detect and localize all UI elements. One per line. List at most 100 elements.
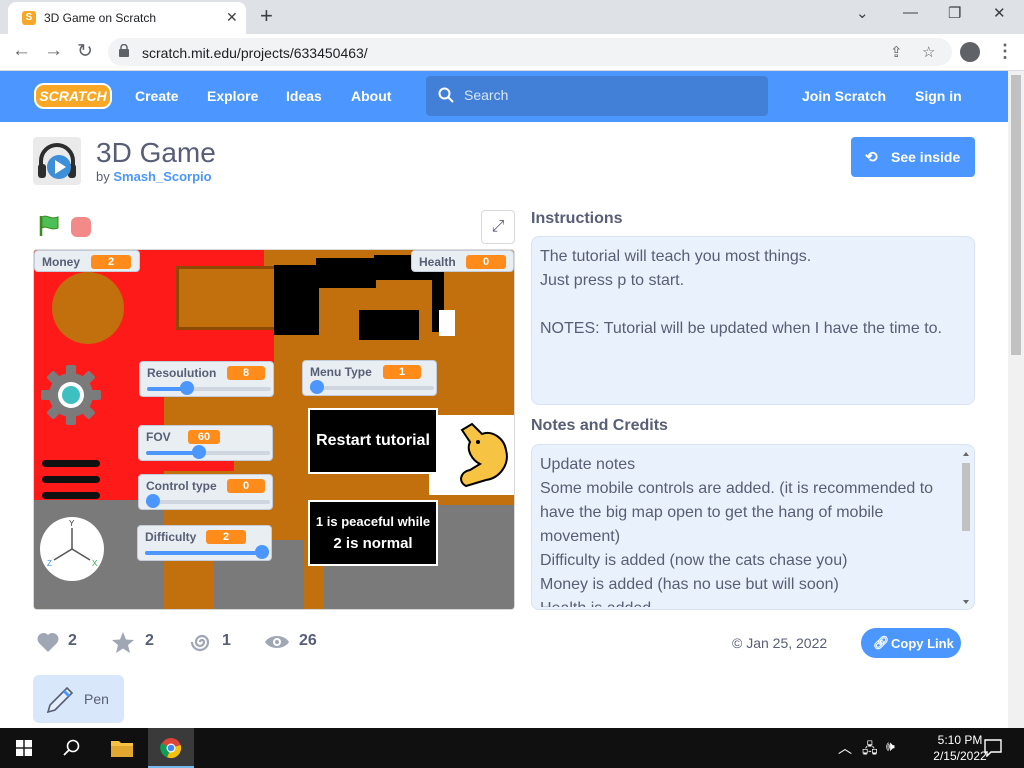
minimize-icon[interactable]: — [903, 4, 918, 21]
difficulty-slider[interactable] [145, 545, 269, 559]
remix-spiral-icon [190, 634, 210, 652]
resolution-slider-monitor: Resoulution 8 [139, 361, 274, 397]
forward-icon[interactable]: → [44, 40, 63, 62]
difficulty-info-line-1: 1 is peaceful while [315, 514, 431, 529]
close-tab-icon[interactable]: ✕ [226, 9, 238, 26]
difficulty-info-line-2: 2 is normal [333, 535, 413, 552]
sign-in-link[interactable]: Sign in [915, 88, 962, 104]
bookmark-star-icon[interactable]: ☆ [922, 43, 935, 61]
pen-extension-tag[interactable]: Pen [33, 675, 124, 723]
notification-center-icon[interactable] [984, 739, 1002, 757]
maximize-icon[interactable]: ❐ [948, 4, 961, 22]
settings-gear-icon[interactable] [39, 363, 103, 427]
copy-link-button[interactable]: 🔗︎ Copy Link [861, 628, 961, 658]
shared-date: © Jan 25, 2022 [732, 635, 828, 651]
svg-text:X: X [92, 559, 98, 568]
money-label: Money [42, 255, 81, 269]
url-text: scratch.mit.edu/projects/633450463/ [142, 45, 368, 61]
control-type-slider[interactable] [146, 494, 270, 508]
menu-type-label: Menu Type [310, 365, 372, 379]
black-shape-5 [359, 310, 419, 340]
see-inside-button[interactable]: ⟲ See inside [851, 137, 975, 177]
author-link[interactable]: Smash_Scorpio [113, 169, 211, 184]
notes-scrollbar[interactable] [960, 449, 972, 607]
close-window-icon[interactable]: ✕ [993, 4, 1006, 22]
search-input[interactable] [464, 87, 754, 103]
search-box [426, 76, 768, 116]
difficulty-slider-knob[interactable] [255, 545, 269, 559]
favorite-count: 2 [145, 632, 154, 649]
control-type-slider-monitor: Control type 0 [138, 474, 273, 510]
join-scratch-link[interactable]: Join Scratch [802, 88, 886, 104]
favorite-star-icon[interactable] [111, 631, 135, 654]
chrome-menu-icon[interactable]: ⋮ [996, 41, 1014, 62]
nav-create[interactable]: Create [135, 88, 179, 104]
black-shape-2 [316, 258, 376, 288]
money-value: 2 [91, 255, 131, 269]
menu-type-slider-monitor: Menu Type 1 [302, 360, 437, 396]
page-scroll-thumb[interactable] [1011, 75, 1021, 355]
windows-start-icon[interactable] [16, 740, 32, 756]
tab-title: 3D Game on Scratch [44, 11, 157, 25]
menu-type-value: 1 [383, 365, 421, 379]
file-explorer-icon[interactable] [110, 738, 134, 758]
health-label: Health [419, 255, 456, 269]
svg-text:Z: Z [47, 559, 52, 568]
resolution-slider-knob[interactable] [180, 381, 194, 395]
network-icon[interactable]: 🖧︎ [862, 738, 878, 762]
project-stage[interactable]: Y Z X Money 2 Health 0 Resoulution 8 Men… [33, 249, 515, 610]
browser-tab[interactable]: S 3D Game on Scratch ✕ [8, 2, 246, 34]
scratch-header: SCRATCH Create Explore Ideas About Join … [0, 71, 1008, 122]
nav-about[interactable]: About [351, 88, 391, 104]
chrome-icon [160, 738, 182, 759]
address-bar[interactable]: scratch.mit.edu/projects/633450463/ ⇪ ☆ [108, 38, 952, 66]
reload-icon[interactable]: ↻ [77, 40, 93, 63]
control-type-slider-knob[interactable] [146, 494, 160, 508]
share-icon[interactable]: ⇪ [890, 43, 903, 61]
menu-hamburger-icon[interactable] [42, 458, 102, 502]
page-scrollbar[interactable] [1008, 71, 1024, 728]
resolution-slider[interactable] [147, 381, 271, 395]
white-shape [439, 310, 455, 336]
taskbar-clock[interactable]: 5:10 PM 2/15/2022 [930, 732, 990, 764]
menu-type-slider[interactable] [310, 380, 434, 394]
volume-icon[interactable]: 🕪︎ [886, 738, 895, 755]
notes-panel[interactable]: Update notes Some mobile controls are ad… [531, 444, 975, 610]
taskbar-search-icon[interactable] [63, 739, 81, 757]
green-flag-icon[interactable] [38, 214, 60, 238]
difficulty-info-box: 1 is peaceful while 2 is normal [308, 500, 438, 566]
instructions-heading: Instructions [531, 210, 623, 227]
scratch-logo[interactable]: SCRATCH [34, 83, 112, 109]
resolution-value: 8 [227, 366, 265, 380]
stop-sign-icon[interactable] [71, 217, 91, 237]
orange-circle [52, 272, 124, 344]
restart-tutorial-button[interactable]: Restart tutorial [308, 408, 438, 474]
tray-chevron-up-icon[interactable]: ︿ [838, 738, 852, 758]
difficulty-label: Difficulty [145, 530, 197, 544]
search-icon [438, 87, 454, 103]
clock-date: 2/15/2022 [933, 749, 987, 763]
love-heart-icon[interactable] [36, 631, 60, 653]
nav-ideas[interactable]: Ideas [286, 88, 322, 104]
fullscreen-icon[interactable]: ⤢ [481, 210, 515, 244]
profile-avatar-icon[interactable] [960, 42, 980, 62]
xyz-axis-icon: Y Z X [40, 517, 104, 581]
love-count: 2 [68, 632, 77, 649]
svg-text:Y: Y [69, 519, 75, 528]
fov-slider-knob[interactable] [192, 445, 206, 459]
tab-search-chevron-icon[interactable]: ⌄ [856, 4, 869, 22]
back-icon[interactable]: ← [12, 40, 31, 62]
views-count: 26 [299, 632, 317, 649]
health-monitor: Health 0 [411, 250, 514, 272]
resolution-label: Resoulution [147, 366, 217, 380]
difficulty-value: 2 [206, 530, 246, 544]
notes-line: Health is added [540, 597, 955, 607]
new-tab-icon[interactable]: + [260, 4, 273, 28]
menu-type-slider-knob[interactable] [310, 380, 324, 394]
chrome-taskbar-active[interactable] [148, 728, 194, 768]
fov-slider[interactable] [146, 445, 270, 459]
nav-explore[interactable]: Explore [207, 88, 258, 104]
windows-taskbar: ︿ 🖧︎ 🕪︎ 5:10 PM 2/15/2022 [0, 728, 1024, 768]
fov-slider-monitor: FOV 60 [138, 425, 273, 461]
by-label: by [96, 169, 110, 184]
